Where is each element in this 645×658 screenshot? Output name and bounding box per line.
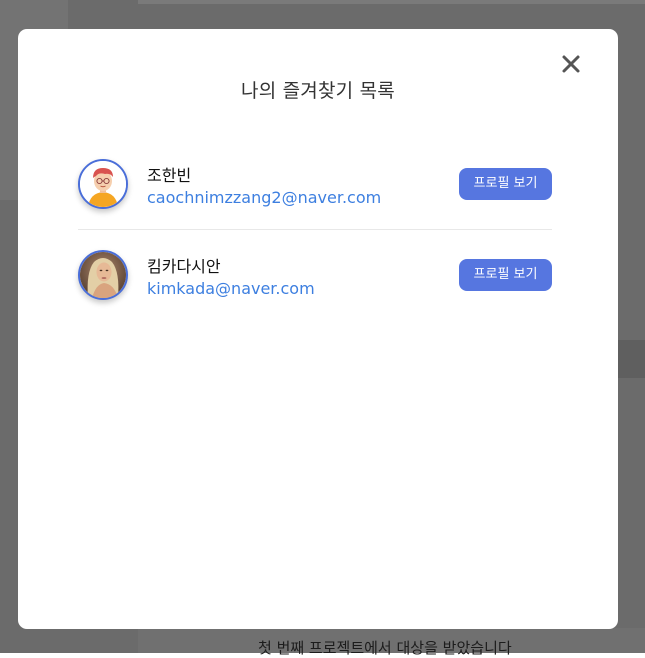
user-email: kimkada@naver.com — [147, 279, 315, 298]
photo-woman-avatar — [78, 250, 128, 300]
list-item: 조한빈 caochnimzzang2@naver.com 프로필 보기 — [78, 144, 552, 229]
view-profile-button[interactable]: 프로필 보기 — [459, 168, 552, 200]
user-name: 킴카다시안 — [147, 257, 221, 276]
close-icon[interactable] — [560, 53, 582, 75]
modal-title: 나의 즐겨찾기 목록 — [241, 80, 395, 102]
user-name: 조한빈 — [147, 166, 192, 185]
background-card — [138, 0, 645, 4]
list-item: 킴카다시안 kimkada@naver.com 프로필 보기 — [78, 229, 552, 315]
cartoon-boy-avatar — [78, 159, 128, 209]
view-profile-button[interactable]: 프로필 보기 — [459, 259, 552, 291]
background-strip — [618, 340, 645, 378]
favorites-list: 조한빈 caochnimzzang2@naver.com 프로필 보기 킴카다시… — [78, 144, 552, 315]
favorites-modal: 나의 즐겨찾기 목록 조한빈 caochnimzzang2@naver.com … — [18, 29, 618, 629]
background-footer-text: 첫 번째 프로젝트에서 대상을 받았습니다 — [258, 639, 512, 657]
user-email: caochnimzzang2@naver.com — [147, 188, 382, 207]
